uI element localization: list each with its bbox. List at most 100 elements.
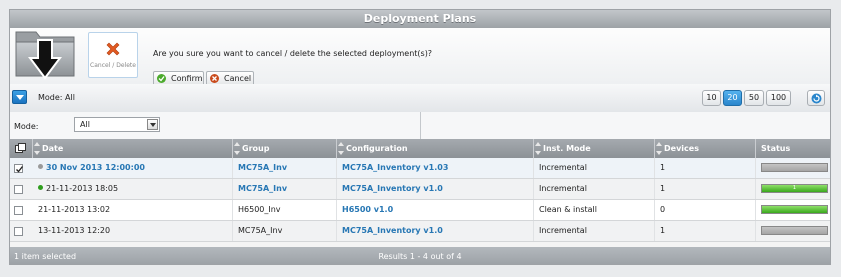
progress-bar <box>761 205 828 214</box>
select-all-icon <box>15 143 26 153</box>
devices-text: 0 <box>660 205 666 214</box>
mode-select-value: All <box>80 120 90 129</box>
header-configuration[interactable]: Configuration <box>337 139 534 158</box>
sort-arrows-icon <box>234 142 240 155</box>
devices-text: 1 <box>660 163 666 172</box>
cell-inst-mode: Incremental <box>534 158 655 178</box>
status-dot-icon <box>38 185 43 190</box>
group-text: H6500_Inv <box>238 205 281 214</box>
header-inst-mode[interactable]: Inst. Mode <box>534 139 655 158</box>
header-group[interactable]: Group <box>233 139 337 158</box>
cancel-label: Cancel <box>224 74 252 83</box>
results-count: Results 1 - 4 out of 4 <box>378 252 462 261</box>
list-toolbar: Mode: All 10 20 50 100 <box>10 84 830 113</box>
status-dot-icon <box>38 164 43 169</box>
refresh-icon <box>811 93 822 104</box>
cell-configuration[interactable]: MC75A_Inventory v1.03 <box>337 158 534 178</box>
page-size-10[interactable]: 10 <box>702 90 721 106</box>
group-link[interactable]: MC75A_Inv <box>238 163 287 172</box>
inst-mode-text: Incremental <box>539 163 587 172</box>
filter-row: Mode: All <box>10 112 830 140</box>
cell-devices: 0 <box>655 200 756 220</box>
cell-group: MC75A_Inv <box>233 221 337 241</box>
cell-status: 1 <box>756 179 830 199</box>
cell-configuration[interactable]: MC75A_Inventory v1.0 <box>337 221 534 241</box>
progress-bar <box>761 163 828 172</box>
header-date[interactable]: Date <box>33 139 233 158</box>
group-text: MC75A_Inv <box>238 226 283 235</box>
date-text: 21-11-2013 13:02 <box>38 205 111 214</box>
devices-text: 1 <box>660 184 666 193</box>
cell-inst-mode: Incremental <box>534 221 655 241</box>
mode-filter-label: Mode: <box>14 122 39 131</box>
cell-status <box>756 200 830 220</box>
sort-arrows-icon <box>338 142 344 155</box>
cell-status <box>756 158 830 178</box>
row-checkbox[interactable] <box>14 185 23 194</box>
table-row[interactable]: 30 Nov 2013 12:00:00 MC75A_Inv MC75A_Inven… <box>10 158 830 179</box>
progress-fill <box>762 227 827 234</box>
date-text: 13-11-2013 12:20 <box>38 226 111 235</box>
mode-summary: Mode: All <box>38 93 75 102</box>
progress-bar <box>761 226 828 235</box>
inst-mode-text: Incremental <box>539 184 587 193</box>
confirm-label: Confirm <box>171 74 203 83</box>
cancel-x-icon <box>103 39 123 59</box>
cell-group[interactable]: MC75A_Inv <box>233 179 337 199</box>
cell-inst-mode: Clean & install <box>534 200 655 220</box>
page-size-100[interactable]: 100 <box>766 90 791 106</box>
header-devices[interactable]: Devices <box>655 139 756 158</box>
cell-date[interactable]: 30 Nov 2013 12:00:00 <box>33 158 233 178</box>
dropdown-arrow-icon[interactable] <box>147 119 158 130</box>
action-zone: Cancel / Delete Are you sure you want to… <box>10 28 830 86</box>
sort-arrows-icon <box>34 142 40 155</box>
cell-devices: 1 <box>655 179 756 199</box>
page-size-50[interactable]: 50 <box>744 90 764 106</box>
row-checkbox[interactable] <box>14 206 23 215</box>
cell-inst-mode: Incremental <box>534 179 655 199</box>
table-row[interactable]: 21-11-2013 18:05 MC75A_Inv MC75A_Inventory… <box>10 179 830 200</box>
refresh-button[interactable] <box>807 90 825 106</box>
configuration-link[interactable]: MC75A_Inventory v1.0 <box>342 226 443 235</box>
inst-mode-text: Incremental <box>539 226 587 235</box>
row-checkbox[interactable] <box>14 227 23 236</box>
header-status: Status <box>761 144 791 153</box>
inst-mode-text: Clean & install <box>539 205 597 214</box>
page-size-20[interactable]: 20 <box>723 90 742 106</box>
cell-configuration[interactable]: H6500 v1.0 <box>337 200 534 220</box>
cell-date: 21-11-2013 13:02 <box>33 200 233 220</box>
group-link[interactable]: MC75A_Inv <box>238 184 287 193</box>
configuration-link[interactable]: MC75A_Inventory v1.03 <box>342 163 448 172</box>
cancel-delete-tile[interactable]: Cancel / Delete <box>88 32 138 78</box>
row-checkbox[interactable] <box>14 164 24 173</box>
chevron-down-icon <box>16 95 24 100</box>
progress-fill <box>762 206 827 213</box>
select-all-header[interactable] <box>10 139 33 158</box>
table-row[interactable]: 13-11-2013 12:20 MC75A_Inv MC75A_Inventory… <box>10 221 830 242</box>
check-icon <box>157 74 166 83</box>
deploy-folder-icon <box>12 28 80 84</box>
cell-devices: 1 <box>655 158 756 178</box>
cell-group: H6500_Inv <box>233 200 337 220</box>
cell-date: 13-11-2013 12:20 <box>33 221 233 241</box>
cell-configuration[interactable]: MC75A_Inventory v1.0 <box>337 179 534 199</box>
mode-select[interactable]: All <box>74 117 160 132</box>
table-header: Date Group Configuration Inst. Mode Devi… <box>10 139 830 158</box>
progress-label: 1 <box>792 185 797 191</box>
cell-group[interactable]: MC75A_Inv <box>233 158 337 178</box>
table-footer: 1 item selected Results 1 - 4 out of 4 <box>10 247 830 264</box>
confirm-question: Are you sure you want to cancel / delete… <box>153 49 433 58</box>
sort-arrows-icon <box>656 142 662 155</box>
configuration-link[interactable]: H6500 v1.0 <box>342 205 393 214</box>
cell-date: 21-11-2013 18:05 <box>33 179 233 199</box>
date-link[interactable]: 30 Nov 2013 12:00:00 <box>46 163 145 172</box>
deployment-plans-panel: Deployment Plans Cancel / Delete Are you… <box>9 9 831 265</box>
close-icon <box>210 74 219 83</box>
configuration-link[interactable]: MC75A_Inventory v1.0 <box>342 184 443 193</box>
cell-status <box>756 221 830 241</box>
devices-text: 1 <box>660 226 666 235</box>
progress-bar: 1 <box>761 184 828 193</box>
progress-fill <box>762 164 827 171</box>
filter-toggle-button[interactable] <box>12 90 27 104</box>
table-row[interactable]: 21-11-2013 13:02 H6500_Inv H6500 v1.0 Clean… <box>10 200 830 221</box>
